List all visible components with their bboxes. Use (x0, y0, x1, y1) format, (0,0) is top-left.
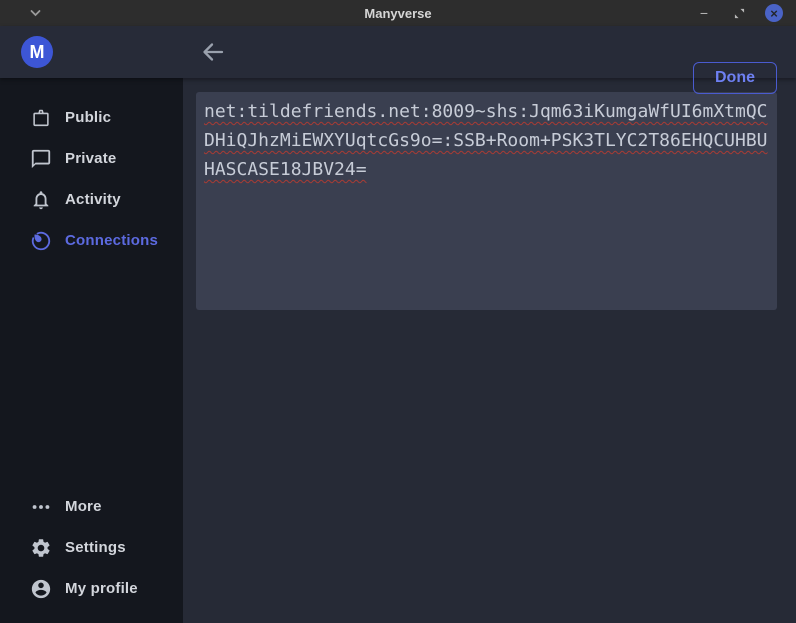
invite-code-line: HASCASE18JBV24= (204, 155, 769, 184)
sidebar-item-activity[interactable]: Activity (0, 179, 183, 220)
sidebar-item-label: Activity (65, 191, 121, 208)
content-area: net:tildefriends.net:8009~shs:Jqm63iKumg… (183, 78, 796, 623)
invite-code-input[interactable]: net:tildefriends.net:8009~shs:Jqm63iKumg… (196, 92, 777, 310)
invite-code-line: DHiQJhzMiEWXYUqtcGs9o=:SSB+Room+PSK3TLYC… (204, 126, 769, 155)
minimize-button[interactable]: − (695, 4, 713, 22)
manyverse-logo: M (21, 36, 53, 68)
bulletin-board-icon (30, 107, 52, 129)
close-button[interactable]: × (765, 4, 783, 22)
sidebar-item-connections[interactable]: Connections (0, 220, 183, 261)
sidebar-item-my-profile[interactable]: My profile (0, 568, 183, 609)
sidebar-item-private[interactable]: Private (0, 138, 183, 179)
gear-icon (30, 537, 52, 559)
account-circle-icon (30, 578, 52, 600)
sidebar-item-settings[interactable]: Settings (0, 527, 183, 568)
main-area: Public Private Activity (0, 78, 796, 623)
sidebar-item-more[interactable]: More (0, 486, 183, 527)
sidebar-item-label: Connections (65, 232, 158, 249)
sidebar-item-label: Private (65, 150, 116, 167)
invite-code-line: net:tildefriends.net:8009~shs:Jqm63iKumg… (204, 97, 769, 126)
chat-bubble-icon (30, 148, 52, 170)
bell-icon (30, 189, 52, 211)
sidebar-item-public[interactable]: Public (0, 97, 183, 138)
done-button[interactable]: Done (693, 62, 777, 94)
window-titlebar: Manyverse − × (0, 0, 796, 26)
back-button[interactable] (200, 39, 226, 65)
sidebar-item-label: More (65, 498, 102, 515)
sidebar-top-group: Public Private Activity (0, 97, 183, 261)
restore-button[interactable] (730, 4, 748, 22)
sidebar-item-label: Settings (65, 539, 126, 556)
window-menu-chevron-icon[interactable] (30, 9, 41, 17)
app-header: M Done (0, 26, 796, 78)
sidebar-item-label: My profile (65, 580, 138, 597)
sidebar: Public Private Activity (0, 78, 183, 623)
window-controls: − × (695, 4, 796, 22)
compass-needle-icon (30, 230, 52, 252)
window-title: Manyverse (0, 6, 796, 21)
sidebar-bottom-group: More Settings My profile (0, 486, 183, 609)
sidebar-item-label: Public (65, 109, 111, 126)
ellipsis-icon (30, 496, 52, 518)
arrow-left-icon (201, 40, 225, 64)
